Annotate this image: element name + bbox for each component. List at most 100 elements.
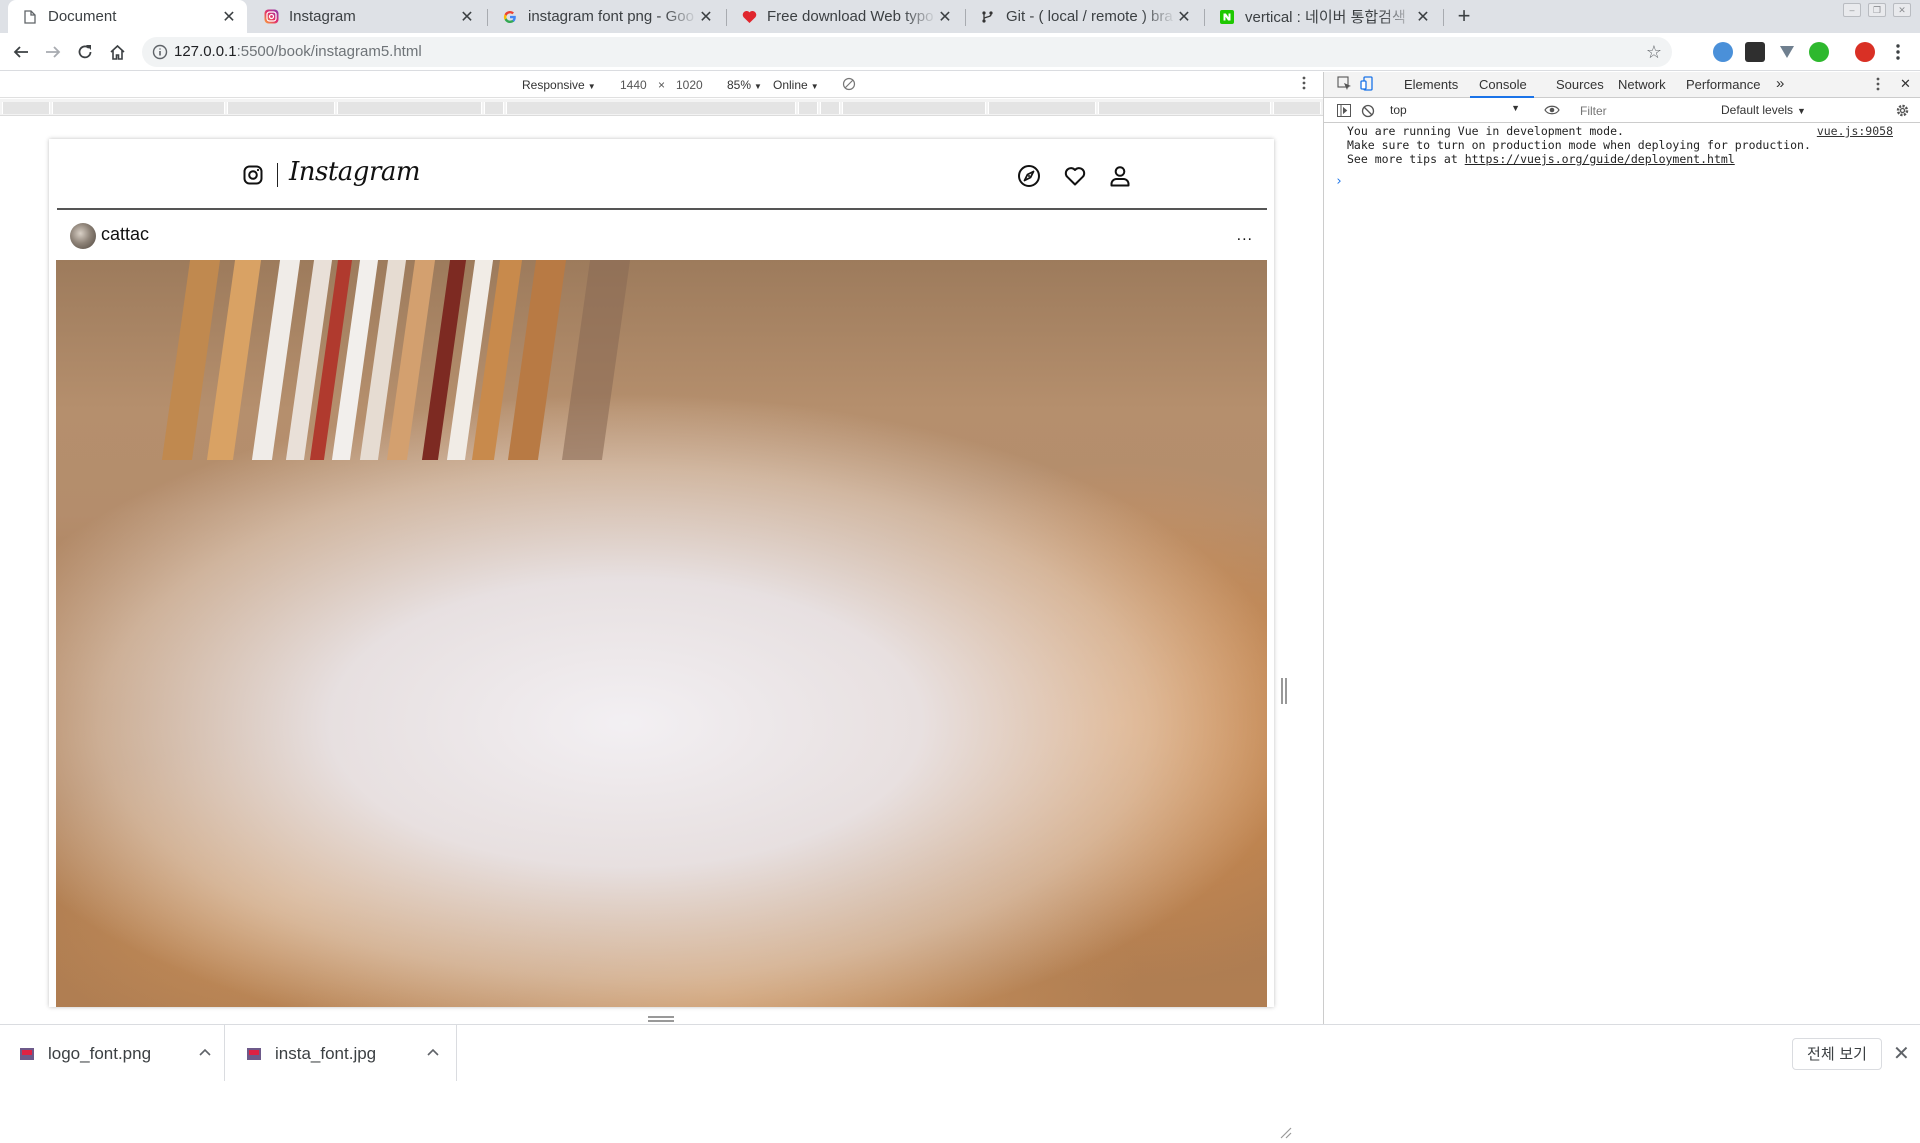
- tab-close-icon[interactable]: ✕: [221, 9, 237, 26]
- extension-v-icon[interactable]: [1777, 42, 1797, 62]
- console-source-link[interactable]: vue.js:9058: [1817, 124, 1893, 138]
- extension-green-icon[interactable]: [1809, 42, 1829, 62]
- active-tab-indicator: [1470, 96, 1534, 98]
- close-shelf-icon[interactable]: ✕: [1893, 1041, 1910, 1066]
- log-levels-select[interactable]: Default levels ▼: [1721, 103, 1806, 117]
- heart-icon[interactable]: [1063, 164, 1087, 188]
- device-mode-select[interactable]: Responsive ▼: [522, 78, 596, 92]
- devtools-tab-performance[interactable]: Performance: [1686, 77, 1760, 92]
- post-username[interactable]: cattac: [101, 224, 149, 245]
- bookmark-star-icon[interactable]: ☆: [1646, 42, 1662, 63]
- naver-favicon: [1219, 9, 1235, 25]
- explore-compass-icon[interactable]: [1017, 164, 1041, 188]
- devtools-panel: Elements Console Sources Network Perform…: [1323, 72, 1920, 1024]
- devtools-tab-console[interactable]: Console: [1479, 77, 1527, 92]
- more-tabs-icon[interactable]: »: [1776, 75, 1784, 92]
- url-path: :5500/book/instagram5.html: [236, 43, 422, 60]
- clear-console-icon[interactable]: [1361, 104, 1375, 121]
- tab-title: vertical : 네이버 통합검색: [1245, 9, 1406, 26]
- forward-icon[interactable]: [42, 41, 64, 63]
- logo-divider: [277, 163, 278, 187]
- restore-icon[interactable]: ❐: [1868, 3, 1886, 17]
- deployment-docs-link[interactable]: https://vuejs.org/guide/deployment.html: [1465, 152, 1735, 166]
- heart-favicon: [741, 9, 757, 25]
- tab-strip: Document ✕ Instagram ✕ instagram font pn…: [0, 0, 1920, 33]
- chrome-menu-icon[interactable]: [1887, 41, 1909, 63]
- tab-naver[interactable]: vertical : 네이버 통합검색 ✕: [1205, 0, 1441, 33]
- tab-web-typo[interactable]: Free download Web typo ✕: [727, 0, 963, 33]
- chevron-up-icon[interactable]: [199, 1043, 211, 1059]
- google-favicon: [502, 9, 518, 25]
- devtools-tab-network[interactable]: Network: [1618, 77, 1666, 92]
- download-item[interactable]: insta_font.jpg: [227, 1025, 457, 1081]
- close-window-icon[interactable]: ✕: [1893, 3, 1911, 17]
- tab-git[interactable]: Git - ( local / remote ) bra ✕: [966, 0, 1202, 33]
- zoom-label: 85%: [727, 78, 752, 92]
- console-prompt[interactable]: ›: [1335, 174, 1343, 189]
- viewport-height-input[interactable]: 1020: [676, 78, 703, 92]
- resize-handle-bottom[interactable]: [648, 1016, 674, 1022]
- devtools-menu-icon[interactable]: [1876, 77, 1880, 94]
- resize-handle-right[interactable]: [1281, 678, 1287, 704]
- tab-close-icon[interactable]: ✕: [1176, 9, 1192, 26]
- tab-google-search[interactable]: instagram font png - Goo ✕: [488, 0, 724, 33]
- device-toolbar-menu-icon[interactable]: [1302, 76, 1306, 93]
- device-toggle-icon[interactable]: [1360, 76, 1375, 94]
- extension-a-icon[interactable]: [1745, 42, 1765, 62]
- instagram-logo-icon[interactable]: [243, 165, 263, 185]
- dimension-separator: ×: [658, 78, 666, 92]
- profile-avatar[interactable]: [1855, 42, 1875, 62]
- devtools-tabbar: Elements Console Sources Network Perform…: [1324, 72, 1920, 98]
- sidebar-toggle-icon[interactable]: [1337, 104, 1351, 120]
- minimize-icon[interactable]: –: [1843, 3, 1861, 17]
- info-icon[interactable]: [152, 44, 168, 60]
- download-item[interactable]: logo_font.png: [0, 1025, 225, 1081]
- console-message-line: Make sure to turn on production mode whe…: [1347, 138, 1811, 152]
- instagram-wordmark[interactable]: Instagram: [289, 157, 421, 187]
- zoom-select[interactable]: 85% ▼: [727, 78, 762, 92]
- devtools-tab-sources[interactable]: Sources: [1556, 77, 1604, 92]
- rotate-icon[interactable]: [842, 77, 856, 94]
- document-icon: [22, 9, 38, 25]
- console-settings-gear-icon[interactable]: [1895, 103, 1910, 121]
- context-select[interactable]: top ▼: [1390, 103, 1520, 117]
- console-message-line: See more tips at https://vuejs.org/guide…: [1347, 152, 1735, 166]
- tab-close-icon[interactable]: ✕: [1415, 9, 1431, 26]
- new-tab-button[interactable]: +: [1453, 5, 1475, 28]
- tab-title: Document: [48, 8, 117, 25]
- emulated-viewport: Instagram cattac ...: [0, 117, 1323, 1139]
- reload-icon[interactable]: [74, 41, 96, 63]
- home-icon[interactable]: [106, 41, 128, 63]
- address-bar[interactable]: 127.0.0.1:5500/book/instagram5.html ☆: [142, 37, 1672, 67]
- profile-icon[interactable]: [1108, 164, 1132, 188]
- url-text[interactable]: 127.0.0.1:5500/book/instagram5.html: [174, 43, 422, 60]
- avatar[interactable]: [70, 223, 96, 249]
- network-label: Online: [773, 78, 808, 92]
- back-icon[interactable]: [10, 41, 32, 63]
- more-options-icon[interactable]: ...: [1237, 227, 1253, 245]
- console-toolbar: top▼ Default levels▼: [1324, 99, 1920, 123]
- tab-close-icon[interactable]: ✕: [459, 9, 475, 26]
- viewport-width-input[interactable]: 1440: [620, 78, 647, 92]
- tab-document[interactable]: Document ✕: [8, 0, 247, 33]
- live-expression-eye-icon[interactable]: [1544, 104, 1560, 119]
- show-all-downloads-button[interactable]: 전체 보기: [1792, 1038, 1882, 1070]
- tab-title: Git - ( local / remote ) bra: [1006, 8, 1173, 25]
- inspect-element-icon[interactable]: [1337, 76, 1352, 94]
- devtools-tab-elements[interactable]: Elements: [1404, 77, 1458, 92]
- download-filename: insta_font.jpg: [275, 1044, 377, 1063]
- extension-twitter-icon[interactable]: [1713, 42, 1733, 62]
- device-mode-label: Responsive: [522, 78, 585, 92]
- context-label: top: [1390, 103, 1407, 117]
- tab-close-icon[interactable]: ✕: [937, 9, 953, 26]
- media-query-bar[interactable]: [0, 99, 1323, 116]
- post-image: [56, 260, 1267, 1007]
- console-text: See more tips at: [1347, 152, 1465, 166]
- resize-corner-icon[interactable]: [1278, 1125, 1292, 1139]
- devtools-close-icon[interactable]: ✕: [1900, 76, 1911, 92]
- network-throttle-select[interactable]: Online ▼: [773, 78, 819, 92]
- tab-close-icon[interactable]: ✕: [698, 9, 714, 26]
- console-filter-input[interactable]: [1574, 101, 1704, 120]
- tab-instagram[interactable]: Instagram ✕: [249, 0, 485, 33]
- chevron-up-icon[interactable]: [427, 1043, 439, 1059]
